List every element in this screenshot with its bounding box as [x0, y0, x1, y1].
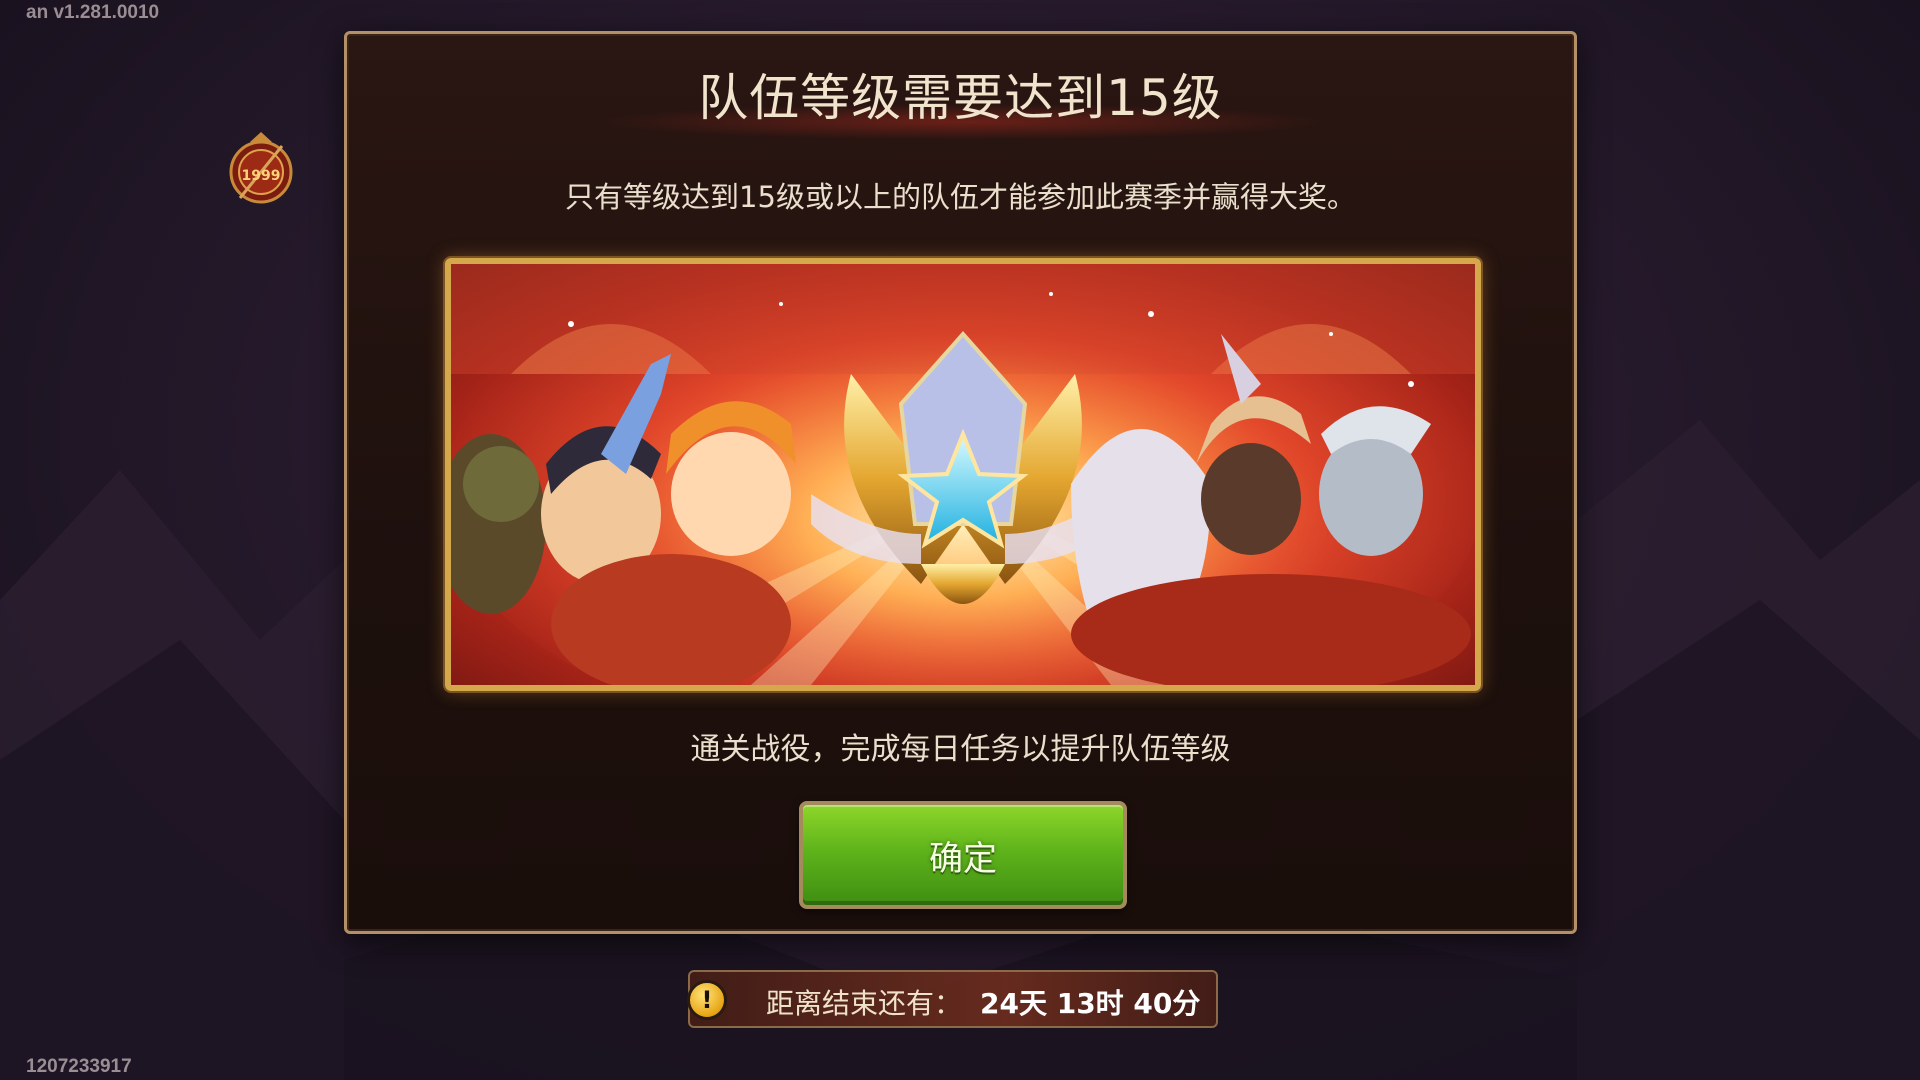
warning-icon: !: [687, 980, 727, 1020]
svg-text:1999: 1999: [242, 168, 281, 184]
game-logo-icon: 1999: [229, 132, 293, 204]
dialog-title: 队伍等级需要达到15级: [698, 69, 1223, 127]
countdown-value: 24天 13时 40分: [980, 987, 1201, 1020]
countdown-label: 距离结束还有：: [766, 987, 963, 1020]
confirm-button-label: 确定: [929, 838, 997, 879]
version-label: an v1.281.0010: [26, 2, 160, 23]
level-up-hint: 通关战役，完成每日任务以提升队伍等级: [690, 732, 1231, 767]
season-countdown: ! 距离结束还有： 24天 13时 40分: [687, 970, 1218, 1028]
dialog-description: 只有等级达到15级或以上的队伍才能参加此赛季并赢得大奖。: [565, 180, 1356, 214]
level-requirement-dialog: 队伍等级需要达到15级 只有等级达到15级或以上的队伍才能参加此赛季并赢得大奖。: [344, 31, 1577, 934]
season-banner-image: [445, 258, 1481, 691]
confirm-button[interactable]: 确定: [799, 801, 1127, 909]
account-id-label: 1207233917: [26, 1056, 132, 1077]
